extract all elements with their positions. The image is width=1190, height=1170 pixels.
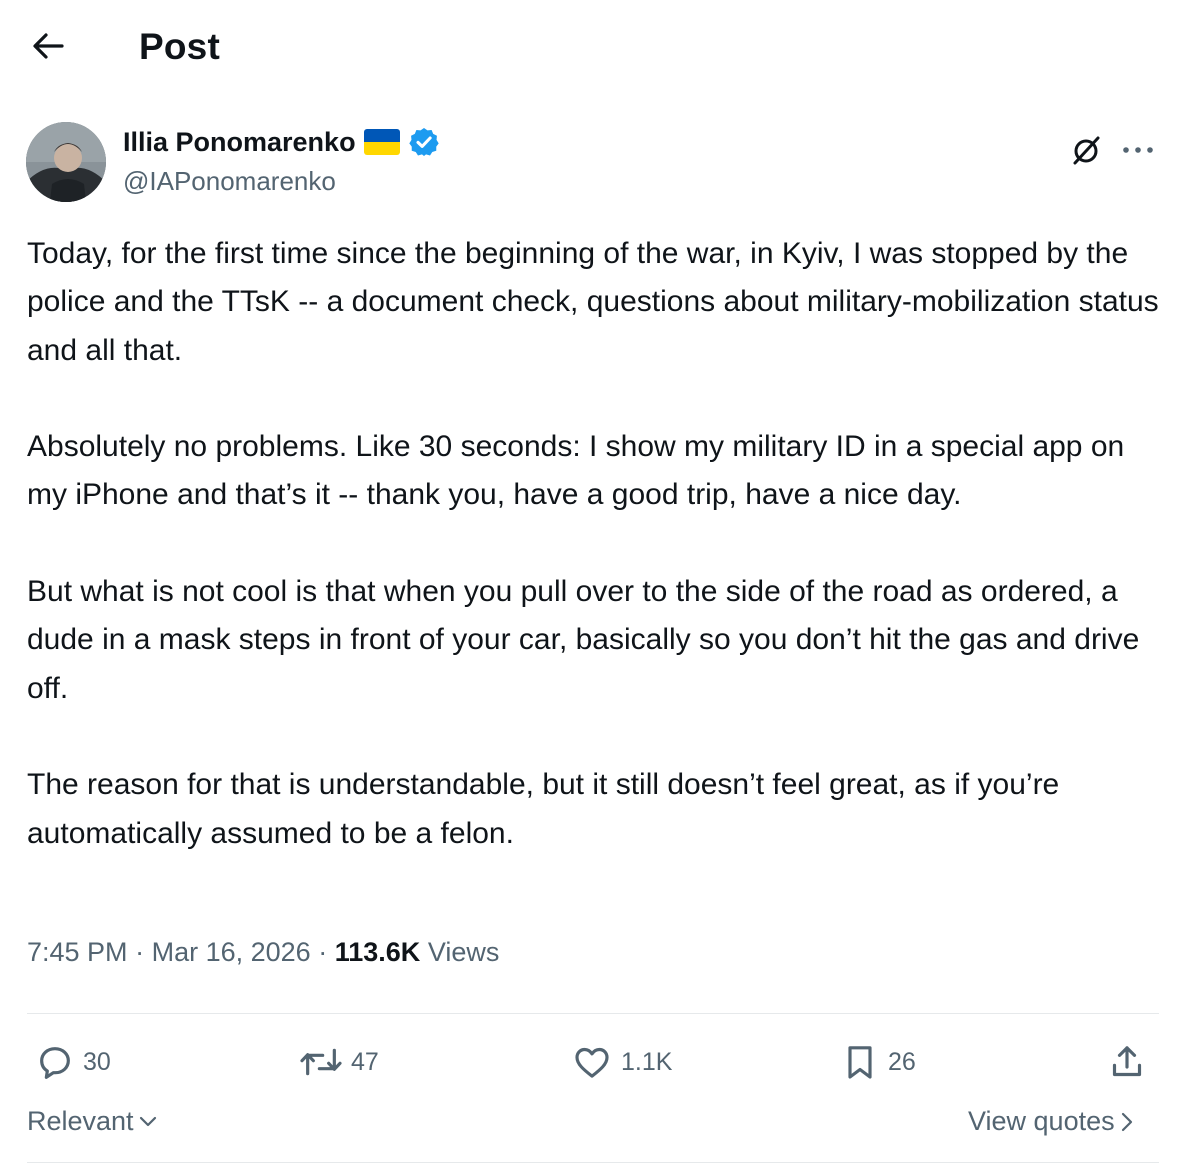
- post-paragraph: Today, for the first time since the begi…: [27, 237, 1159, 367]
- avatar[interactable]: [26, 122, 106, 202]
- grok-button[interactable]: [1066, 130, 1106, 170]
- like-button[interactable]: 1.1K: [571, 1032, 672, 1092]
- post-time[interactable]: 7:45 PM: [27, 937, 128, 967]
- post-meta: 7:45 PM · Mar 16, 2026 · 113.6K Views: [27, 937, 499, 968]
- heart-icon: [575, 1047, 609, 1078]
- post-date[interactable]: Mar 16, 2026: [152, 937, 311, 967]
- chevron-right-icon: [1121, 1112, 1132, 1131]
- more-dots-icon: [1123, 147, 1153, 153]
- repost-count: 47: [351, 1047, 379, 1076]
- verified-badge-icon: [408, 128, 439, 156]
- repost-icon: [300, 1048, 342, 1076]
- share-icon: [1112, 1046, 1142, 1077]
- divider: [27, 1013, 1159, 1014]
- grok-icon: [1073, 136, 1100, 165]
- author-name-row: Illia Ponomarenko: [123, 126, 440, 158]
- user-handle[interactable]: @IAPonomarenko: [123, 166, 336, 197]
- sort-replies-dropdown[interactable]: Relevant: [27, 1106, 158, 1137]
- divider: [27, 1162, 1159, 1163]
- top-bar: Post: [0, 0, 1190, 95]
- action-bar: 30 47 1.1K 26: [27, 1032, 1159, 1092]
- post-author: Illia Ponomarenko @IAPonomarenko: [26, 122, 1166, 204]
- bookmark-count: 26: [888, 1047, 916, 1076]
- post-paragraph: But what is not cool is that when you pu…: [27, 575, 1140, 705]
- meta-separator: ·: [318, 937, 328, 967]
- view-quotes-label: View quotes: [968, 1106, 1115, 1136]
- views-label: Views: [427, 937, 500, 967]
- post-paragraph: The reason for that is understandable, b…: [27, 768, 1060, 850]
- display-name[interactable]: Illia Ponomarenko: [123, 127, 356, 158]
- share-button[interactable]: [1107, 1032, 1147, 1092]
- post-paragraph: Absolutely no problems. Like 30 seconds:…: [27, 430, 1125, 512]
- ukraine-flag-icon: [363, 129, 400, 155]
- avatar-image: [26, 122, 106, 202]
- meta-separator: ·: [135, 937, 145, 967]
- post-text: Today, for the first time since the begi…: [27, 230, 1167, 858]
- arrow-left-icon: [33, 33, 64, 59]
- chevron-down-icon: [139, 1116, 156, 1126]
- reply-icon: [40, 1047, 70, 1079]
- bookmark-icon: [848, 1046, 872, 1079]
- bookmark-button[interactable]: 26: [840, 1032, 916, 1092]
- repost-button[interactable]: 47: [299, 1032, 379, 1092]
- page-title: Post: [139, 26, 220, 67]
- like-count: 1.1K: [621, 1047, 673, 1076]
- views-count: 113.6K: [334, 937, 421, 967]
- reply-count: 30: [83, 1047, 111, 1076]
- view-quotes-link[interactable]: View quotes: [968, 1106, 1135, 1137]
- back-button[interactable]: [28, 26, 68, 66]
- reply-button[interactable]: 30: [35, 1032, 111, 1092]
- sort-label: Relevant: [27, 1106, 134, 1136]
- more-options-button[interactable]: [1116, 130, 1160, 170]
